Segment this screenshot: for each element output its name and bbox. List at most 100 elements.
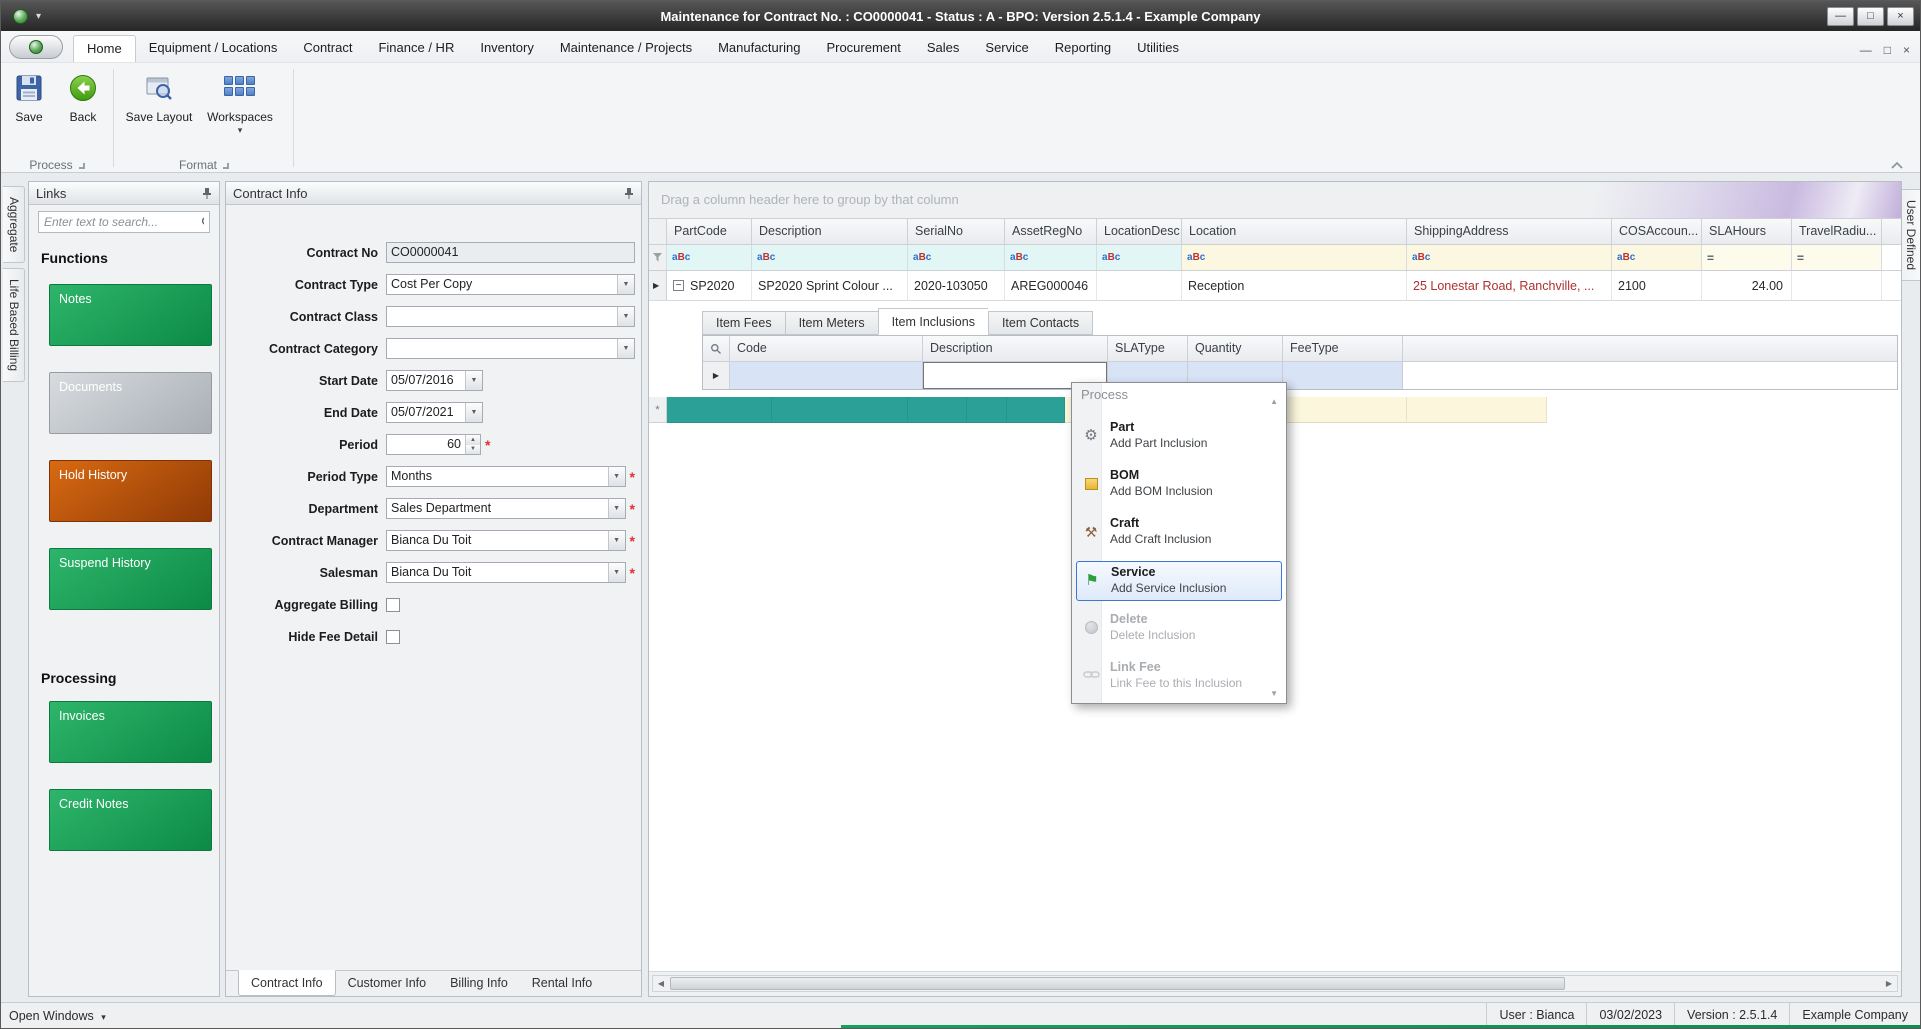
filter-cell-slahours[interactable]: = — [1702, 245, 1792, 270]
pin-icon[interactable] — [624, 187, 634, 200]
detail-column-quantity[interactable]: Quantity — [1188, 336, 1283, 361]
back-button[interactable]: Back — [57, 67, 109, 151]
spinner-buttons[interactable]: ▲ ▼ — [465, 435, 480, 454]
filter-cell-location[interactable]: aBc — [1182, 245, 1407, 270]
filter-cell-description[interactable]: aBc — [752, 245, 908, 270]
ribbon-tab-service[interactable]: Service — [972, 35, 1041, 62]
dropdown-department[interactable]: Sales Department ▼ — [386, 498, 626, 519]
scroll-right-icon[interactable]: ▶ — [1881, 976, 1897, 991]
side-tab-life-based-billing[interactable]: Life Based Billing — [3, 268, 25, 383]
close-button[interactable]: × — [1887, 6, 1914, 26]
ribbon-tab-manufacturing[interactable]: Manufacturing — [705, 35, 813, 62]
detail-tab-item-inclusions[interactable]: Item Inclusions — [877, 308, 988, 335]
column-header-travelradiu[interactable]: TravelRadiu... — [1792, 219, 1882, 244]
dialog-launcher-icon[interactable] — [78, 163, 85, 169]
mdi-close-button[interactable]: × — [1903, 44, 1910, 56]
side-tab-aggregate[interactable]: Aggregate — [3, 186, 25, 264]
grid-data-row[interactable]: ▶ − SP2020 SP2020 Sprint Colour ... 2020-103… — [649, 271, 1901, 301]
append-row-cell[interactable] — [908, 397, 967, 423]
append-row-cell[interactable] — [1007, 397, 1065, 423]
group-by-bar[interactable]: Drag a column header here to group by th… — [649, 182, 1901, 219]
menu-item-service[interactable]: ⚑ Service Add Service Inclusion — [1076, 561, 1282, 601]
quick-access-dropdown-icon[interactable]: ▾ — [36, 11, 41, 22]
detail-column-code[interactable]: Code — [730, 336, 923, 361]
column-header-location[interactable]: Location — [1182, 219, 1407, 244]
grid-cell-slahours[interactable]: 24.00 — [1702, 271, 1792, 300]
workspaces-button[interactable]: Workspaces ▾ — [201, 67, 279, 151]
dropdown-arrow-icon[interactable]: ▼ — [617, 275, 634, 294]
detail-cell-code[interactable] — [730, 362, 923, 389]
append-row-cell[interactable] — [772, 397, 908, 423]
detail-tab-item-meters[interactable]: Item Meters — [784, 311, 878, 335]
detail-column-slatype[interactable]: SLAType — [1108, 336, 1188, 361]
minimize-button[interactable]: — — [1827, 6, 1854, 26]
mdi-minimize-button[interactable]: — — [1860, 44, 1872, 56]
append-row-cell[interactable] — [667, 397, 772, 423]
detail-edit-row[interactable]: ▶ — [703, 362, 1897, 389]
filter-cell-partcode[interactable]: aBc — [667, 245, 752, 270]
maximize-button[interactable]: □ — [1857, 6, 1884, 26]
column-header-cosaccoun[interactable]: COSAccoun... — [1612, 219, 1702, 244]
grid-cell-serialno[interactable]: 2020-103050 — [908, 271, 1005, 300]
input-contract-no[interactable]: CO0000041 — [386, 242, 635, 263]
ribbon-tab-utilities[interactable]: Utilities — [1124, 35, 1192, 62]
links-panel-header[interactable]: Links — [29, 182, 219, 205]
dropdown-period-type[interactable]: Months ▼ — [386, 466, 626, 487]
filter-cell-shippingaddress[interactable]: aBc — [1407, 245, 1612, 270]
column-header-shippingaddress[interactable]: ShippingAddress — [1407, 219, 1612, 244]
column-header-serialno[interactable]: SerialNo — [908, 219, 1005, 244]
application-menu-button[interactable] — [9, 35, 63, 59]
dropdown-contract-type[interactable]: Cost Per Copy ▼ — [386, 274, 635, 295]
detail-column-feetype[interactable]: FeeType — [1283, 336, 1403, 361]
ribbon-tab-maintenance-projects[interactable]: Maintenance / Projects — [547, 35, 705, 62]
contract-tab-contract-info[interactable]: Contract Info — [238, 970, 336, 996]
open-windows-button[interactable]: Open Windows ▾ — [9, 1009, 106, 1023]
append-row-cell[interactable] — [1407, 397, 1547, 423]
scroll-left-icon[interactable]: ◀ — [653, 976, 669, 991]
ribbon-tab-reporting[interactable]: Reporting — [1042, 35, 1124, 62]
ribbon-tab-contract[interactable]: Contract — [290, 35, 365, 62]
menu-item-craft[interactable]: ⚒ Craft Add Craft Inclusion — [1076, 513, 1282, 553]
save-button[interactable]: Save — [3, 67, 55, 151]
dialog-launcher-icon[interactable] — [223, 163, 229, 169]
app-logo-icon[interactable] — [13, 8, 28, 24]
column-header-locationdesc[interactable]: LocationDesc — [1097, 219, 1182, 244]
dropdown-arrow-icon[interactable]: ▼ — [465, 371, 482, 390]
filter-cell-cosaccoun[interactable]: aBc — [1612, 245, 1702, 270]
column-header-description[interactable]: Description — [752, 219, 908, 244]
dropdown-contract-category[interactable]: ▼ — [386, 338, 635, 359]
menu-scroll-down-icon[interactable]: ▼ — [1270, 689, 1278, 698]
column-header-assetregno[interactable]: AssetRegNo — [1005, 219, 1097, 244]
checkbox-hide-fee-detail[interactable] — [386, 629, 400, 644]
checkbox-aggregate-billing[interactable] — [386, 597, 400, 612]
pin-icon[interactable] — [202, 187, 212, 200]
spin-up-icon[interactable]: ▲ — [466, 435, 480, 445]
dropdown-contract-class[interactable]: ▼ — [386, 306, 635, 327]
grid-cell-partcode[interactable]: − SP2020 — [667, 271, 752, 300]
menu-item-part[interactable]: ⚙ Part Add Part Inclusion — [1076, 417, 1282, 457]
ribbon-tab-procurement[interactable]: Procurement — [813, 35, 913, 62]
side-tab-user-defined[interactable]: User Defined — [1899, 189, 1920, 282]
column-header-partcode[interactable]: PartCode — [667, 219, 752, 244]
dropdown-arrow-icon[interactable]: ▼ — [465, 403, 482, 422]
link-button-suspend-history[interactable]: Suspend History — [49, 548, 212, 610]
dropdown-arrow-icon[interactable]: ▼ — [617, 307, 634, 326]
filter-cell-serialno[interactable]: aBc — [908, 245, 1005, 270]
detail-tab-item-fees[interactable]: Item Fees — [702, 311, 785, 335]
dropdown-end-date[interactable]: 05/07/2021 ▼ — [386, 402, 483, 423]
dropdown-salesman[interactable]: Bianca Du Toit ▼ — [386, 562, 626, 583]
dropdown-arrow-icon[interactable]: ▼ — [617, 339, 634, 358]
link-button-documents[interactable]: Documents — [49, 372, 212, 434]
detail-column-description[interactable]: Description — [923, 336, 1108, 361]
grid-cell-locationdesc[interactable] — [1097, 271, 1182, 300]
grid-cell-shippingaddress[interactable]: 25 Lonestar Road, Ranchville, ... — [1407, 271, 1612, 300]
grid-cell-description[interactable]: SP2020 Sprint Colour ... — [752, 271, 908, 300]
dropdown-contract-manager[interactable]: Bianca Du Toit ▼ — [386, 530, 626, 551]
contract-tab-customer-info[interactable]: Customer Info — [336, 971, 439, 996]
link-button-notes[interactable]: Notes — [49, 284, 212, 346]
dropdown-arrow-icon[interactable]: ▼ — [607, 563, 625, 582]
ribbon-tab-finance-hr[interactable]: Finance / HR — [365, 35, 467, 62]
ribbon-tab-inventory[interactable]: Inventory — [467, 35, 546, 62]
save-layout-button[interactable]: Save Layout — [121, 67, 197, 151]
dropdown-arrow-icon[interactable]: ▼ — [607, 467, 625, 486]
